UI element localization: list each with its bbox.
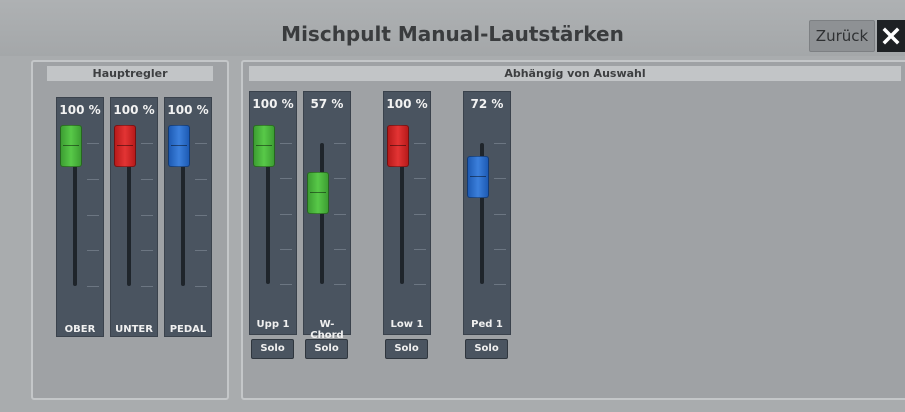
fader-scale-tick bbox=[141, 250, 153, 252]
fader-channel-wchord: 57 % W-Chord bbox=[303, 91, 351, 341]
fader-scale-tick bbox=[87, 214, 99, 216]
fader-scale-tick bbox=[195, 286, 207, 287]
fader-scale-tick bbox=[195, 250, 207, 252]
fader-channel-low1: 100 % Low 1 bbox=[383, 91, 431, 335]
fader-knob[interactable] bbox=[168, 125, 190, 167]
solo-button-upp1[interactable]: Solo bbox=[251, 339, 294, 359]
fader-scale-tick bbox=[87, 143, 99, 144]
fader-value: 57 % bbox=[310, 97, 344, 111]
fader-scale-tick bbox=[494, 178, 506, 180]
selection-panel-header: Abhängig von Auswahl bbox=[249, 66, 901, 81]
fader-scale-tick bbox=[280, 178, 292, 180]
fader-scale-tick bbox=[334, 284, 346, 285]
fader-label: W-Chord bbox=[310, 319, 344, 341]
fader-scale-tick bbox=[141, 178, 153, 180]
fader-scale-tick bbox=[414, 248, 426, 250]
fader-knob[interactable] bbox=[114, 125, 136, 167]
fader-knob[interactable] bbox=[467, 155, 489, 198]
fader-scale-tick bbox=[141, 214, 153, 216]
fader-scale-tick bbox=[195, 143, 207, 144]
fader-label: PEDAL bbox=[169, 324, 207, 335]
fader-scale-tick bbox=[87, 178, 99, 180]
fader-value: 72 % bbox=[470, 97, 504, 111]
solo-button-ped1[interactable]: Solo bbox=[465, 339, 508, 359]
fader-scale-tick bbox=[280, 143, 292, 144]
fader-knob[interactable] bbox=[253, 125, 275, 167]
fader-value: 100 % bbox=[252, 97, 294, 111]
fader-label: Upp 1 bbox=[256, 319, 290, 330]
fader-channel-ober: 100 % OBER bbox=[56, 97, 104, 337]
fader-scale-tick bbox=[280, 248, 292, 250]
fader-scale-tick bbox=[280, 213, 292, 215]
fader-scale-tick bbox=[414, 213, 426, 215]
close-icon bbox=[882, 27, 900, 45]
fader-scale-tick bbox=[334, 248, 346, 250]
close-button[interactable] bbox=[877, 20, 905, 52]
back-button[interactable]: Zurück bbox=[809, 20, 875, 52]
fader-scale-tick bbox=[195, 178, 207, 180]
fader-scale-tick bbox=[334, 213, 346, 215]
fader-scale-tick bbox=[494, 143, 506, 144]
fader-scale-tick bbox=[494, 248, 506, 250]
fader-scale-tick bbox=[280, 284, 292, 285]
fader-label: OBER bbox=[64, 324, 96, 335]
fader-scale-tick bbox=[414, 143, 426, 144]
fader-scale-tick bbox=[141, 143, 153, 144]
fader-knob[interactable] bbox=[307, 171, 329, 214]
fader-scale-tick bbox=[141, 286, 153, 287]
solo-button-low1[interactable]: Solo bbox=[385, 339, 428, 359]
fader-channel-ped1: 72 % Ped 1 bbox=[463, 91, 511, 335]
fader-scale-tick bbox=[334, 143, 346, 144]
fader-scale-tick bbox=[494, 284, 506, 285]
fader-knob[interactable] bbox=[387, 125, 409, 167]
fader-value: 100 % bbox=[59, 103, 101, 117]
fader-knob[interactable] bbox=[60, 125, 82, 167]
fader-channel-unter: 100 % UNTER bbox=[110, 97, 158, 337]
fader-scale-tick bbox=[494, 213, 506, 215]
fader-channel-pedal: 100 % PEDAL bbox=[164, 97, 212, 337]
page-title: Mischpult Manual-Lautstärken bbox=[281, 22, 624, 46]
fader-label: UNTER bbox=[115, 324, 153, 335]
fader-label: Ped 1 bbox=[471, 319, 503, 330]
solo-button-wchord[interactable]: Solo bbox=[305, 339, 348, 359]
fader-scale-tick bbox=[334, 178, 346, 180]
fader-scale-tick bbox=[414, 284, 426, 285]
fader-channel-upp1: 100 % Upp 1 bbox=[249, 91, 297, 335]
fader-value: 100 % bbox=[113, 103, 155, 117]
fader-scale-tick bbox=[87, 286, 99, 287]
fader-value: 100 % bbox=[167, 103, 209, 117]
fader-scale-tick bbox=[414, 178, 426, 180]
fader-scale-tick bbox=[87, 250, 99, 252]
main-panel-header: Hauptregler bbox=[47, 66, 213, 81]
fader-label: Low 1 bbox=[390, 319, 424, 330]
fader-scale-tick bbox=[195, 214, 207, 216]
title-bar: Mischpult Manual-Lautstärken Zurück bbox=[0, 0, 905, 56]
fader-value: 100 % bbox=[386, 97, 428, 111]
